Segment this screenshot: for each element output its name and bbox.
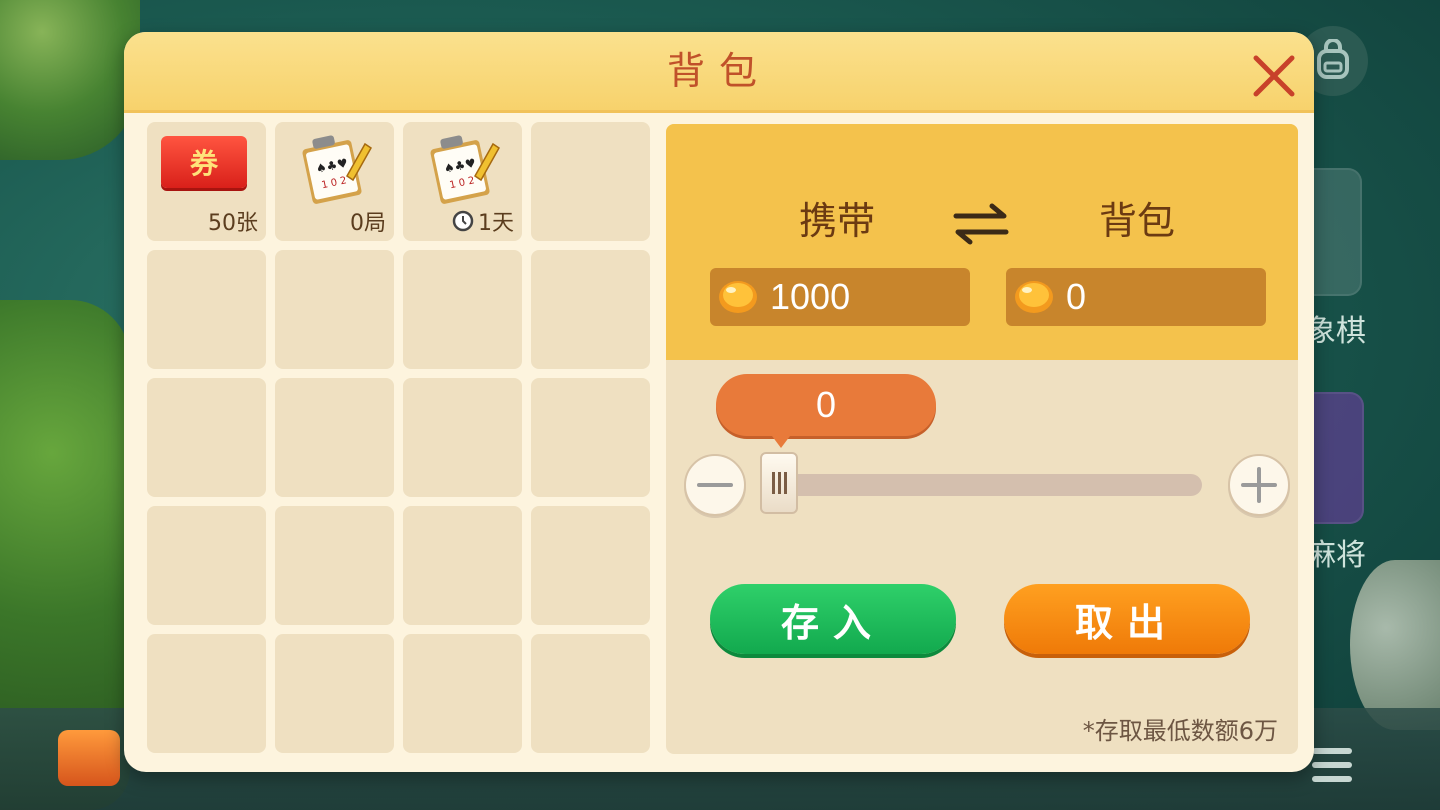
- transfer-panel: 携带 背包 1000 0 0 存入 取出 *存取最低数额6万: [666, 124, 1298, 754]
- inventory-slot-empty[interactable]: [275, 634, 394, 753]
- scorecard-icon: ♠♣♥ 1 0 2: [430, 135, 500, 204]
- carry-label: 携带: [798, 199, 875, 243]
- inventory-slot-room-card[interactable]: ♠♣♥ 1 0 2 0局: [275, 122, 394, 241]
- scorecard-icon: ♠♣♥ 1 0 2: [302, 135, 372, 204]
- inventory-slot-empty[interactable]: [147, 378, 266, 497]
- plus-icon: [1241, 467, 1277, 503]
- clock-icon: [452, 210, 474, 232]
- close-icon[interactable]: [1246, 48, 1302, 104]
- backpack-dialog: 背包 券 50张 ♠♣♥ 1 0 2 0局 ♠♣♥ 1 0 2 1天 携带 背包…: [124, 32, 1314, 772]
- deposit-button[interactable]: 存入: [710, 584, 956, 654]
- rock-decoration: [1350, 560, 1440, 730]
- bean-icon: [1015, 281, 1053, 313]
- inventory-slot-empty[interactable]: [403, 250, 522, 369]
- inventory-slot-empty[interactable]: [531, 634, 650, 753]
- game-label-mahjong: 麻将: [1306, 538, 1366, 573]
- bean-icon: [719, 281, 757, 313]
- bag-label: 背包: [1098, 199, 1175, 243]
- increase-button[interactable]: [1228, 454, 1290, 516]
- coupon-icon: 券: [161, 136, 247, 188]
- bag-amount: 0: [1066, 276, 1087, 317]
- inventory-slot-empty[interactable]: [531, 250, 650, 369]
- carry-amount-box: 1000: [710, 268, 970, 326]
- bubble-tail: [772, 436, 790, 448]
- inventory-slot-empty[interactable]: [531, 122, 650, 241]
- inventory-slot-empty[interactable]: [403, 506, 522, 625]
- inventory-slot-empty[interactable]: [275, 378, 394, 497]
- bag-amount-box: 0: [1006, 268, 1266, 326]
- carry-amount: 1000: [770, 276, 851, 317]
- inventory-slot-coupon[interactable]: 券 50张: [147, 122, 266, 241]
- amount-slider-track[interactable]: [762, 474, 1202, 496]
- minimum-amount-note: *存取最低数额6万: [1082, 717, 1278, 745]
- minus-icon: [697, 483, 733, 487]
- inventory-slot-empty[interactable]: [147, 506, 266, 625]
- item-count: 50张: [208, 211, 258, 236]
- inventory-slot-empty[interactable]: [531, 378, 650, 497]
- inventory-slot-empty[interactable]: [403, 634, 522, 753]
- foliage-decoration: [0, 0, 140, 160]
- inventory-slot-empty[interactable]: [403, 378, 522, 497]
- item-count-text: 1天: [478, 211, 514, 236]
- game-label-chess: 象棋: [1306, 314, 1366, 349]
- inventory-slot-empty[interactable]: [531, 506, 650, 625]
- item-count: 1天: [452, 205, 514, 237]
- slider-value-bubble: 0: [716, 374, 936, 436]
- dialog-title: 背包: [666, 49, 771, 93]
- inventory-slot-room-card-timed[interactable]: ♠♣♥ 1 0 2 1天: [403, 122, 522, 241]
- amount-slider-thumb[interactable]: [760, 452, 798, 514]
- inventory-slot-empty[interactable]: [147, 634, 266, 753]
- decrease-button[interactable]: [684, 454, 746, 516]
- swap-icon[interactable]: [952, 202, 1010, 246]
- gift-icon[interactable]: [58, 730, 120, 786]
- inventory-grid: 券 50张 ♠♣♥ 1 0 2 0局 ♠♣♥ 1 0 2 1天: [147, 122, 651, 753]
- inventory-slot-empty[interactable]: [147, 250, 266, 369]
- inventory-slot-empty[interactable]: [275, 250, 394, 369]
- item-count: 0局: [350, 211, 386, 236]
- coupon-icon-label: 券: [189, 147, 218, 180]
- inventory-slot-empty[interactable]: [275, 506, 394, 625]
- withdraw-button[interactable]: 取出: [1004, 584, 1250, 654]
